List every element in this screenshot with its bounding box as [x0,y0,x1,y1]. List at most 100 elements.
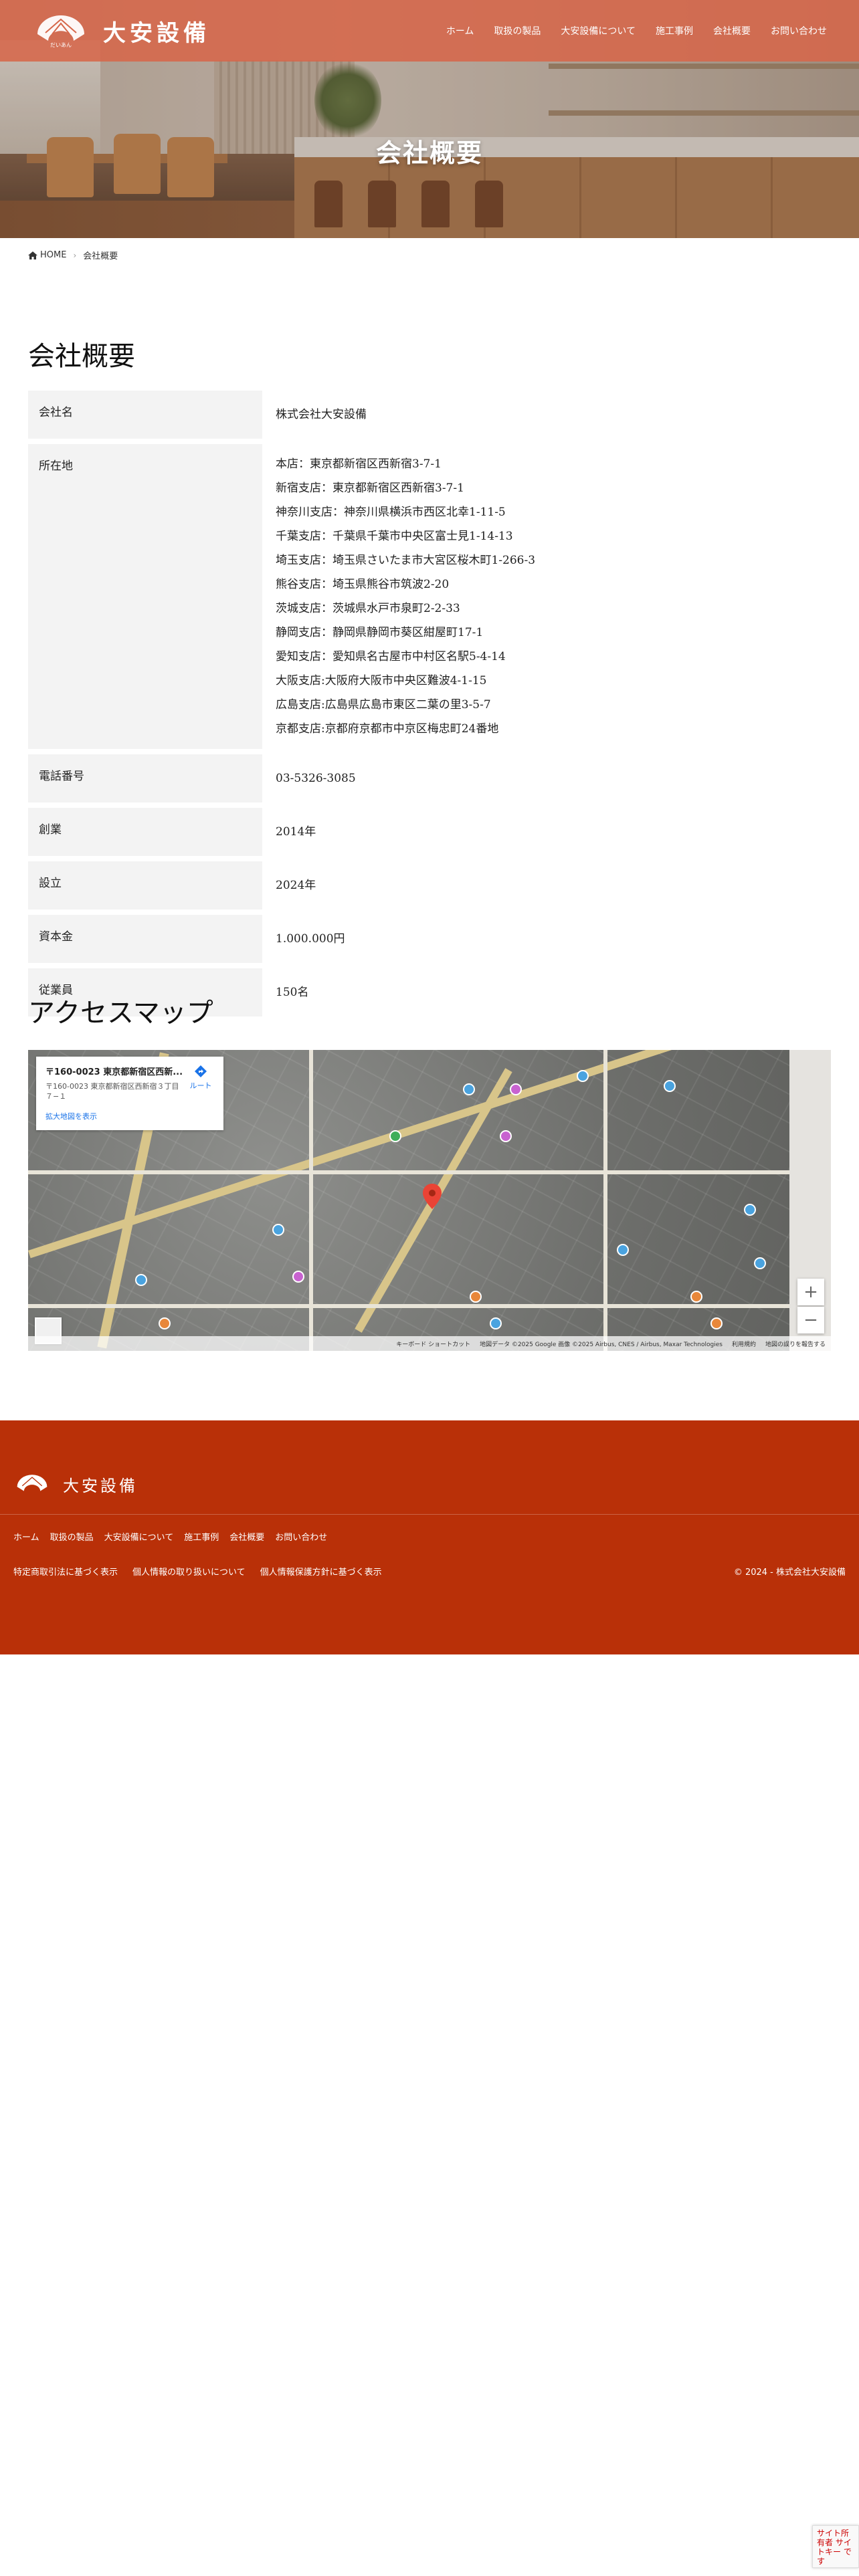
legal-link[interactable]: 特定商取引法に基づく表示 [13,1565,118,1578]
map-poi-icon[interactable] [135,1274,147,1286]
footer-nav-products[interactable]: 取扱の製品 [50,1530,94,1543]
access-heading: アクセスマップ [28,998,213,1029]
map-poi-icon[interactable] [159,1317,171,1329]
company-heading: 会社概要 [28,341,135,372]
value-line: 埼玉支店：埼玉県さいたま市大宮区桜木町1-266-3 [276,554,536,567]
table-row: 所在地 本店：東京都新宿区西新宿3-7-1 新宿支店：東京都新宿区西新宿3-7-… [28,444,831,749]
site-logo[interactable]: だいあん 大安設備 [32,12,210,49]
row-value: 株式会社大安設備 [262,391,831,439]
row-value: 150名 [262,968,831,1016]
logo-text: 大安設備 [103,19,210,47]
map-road [28,1304,791,1308]
fan-logo-icon [17,1474,47,1491]
footer-nav-home[interactable]: ホーム [13,1530,39,1543]
row-value: 本店：東京都新宿区西新宿3-7-1 新宿支店：東京都新宿区西新宿3-7-1 神奈… [262,444,831,749]
footer-nav-company[interactable]: 会社概要 [229,1530,264,1543]
privacy-link[interactable]: 個人情報の取り扱いについて [132,1565,246,1578]
value-line: 2014年 [276,825,316,839]
value-line: 株式会社大安設備 [276,408,367,421]
value-line: 神奈川支店：神奈川県横浜市西区北幸1-11-5 [276,506,506,519]
map-road [28,1170,791,1174]
map-poi-icon[interactable] [292,1271,304,1283]
footer-logo[interactable]: 大安設備 [13,1473,138,1496]
map-poi-icon[interactable] [470,1291,482,1303]
route-label: ルート [189,1081,212,1090]
map-poi-icon[interactable] [690,1291,702,1303]
row-label: 資本金 [28,915,262,963]
map-shortcuts-link[interactable]: キーボード ショートカット [396,1339,470,1348]
nav-home[interactable]: ホーム [446,24,474,37]
footer-logo-text: 大安設備 [63,1477,138,1495]
map-poi-icon[interactable] [500,1130,512,1142]
value-line: 千葉支店：千葉県千葉市中央区富士見1-14-13 [276,530,513,543]
row-value: 03-5326-3085 [262,754,831,802]
value-line: 茨城支店：茨城県水戸市泉町2-2-33 [276,602,460,615]
footer-nav-about[interactable]: 大安設備について [104,1530,174,1543]
privacy-policy-link[interactable]: 個人情報保護方針に基づく表示 [260,1565,382,1578]
zoom-in-button[interactable]: + [797,1279,824,1305]
breadcrumb-current: 会社概要 [83,251,118,261]
map-poi-icon[interactable] [510,1083,522,1095]
row-value: 2024年 [262,861,831,909]
map-poi-icon[interactable] [389,1130,401,1142]
breadcrumb-home[interactable]: HOME [28,250,66,260]
home-icon [28,251,37,259]
row-label: 設立 [28,861,262,909]
enlarge-map-link[interactable]: 拡大地図を表示 [45,1111,214,1121]
site-footer: 大安設備 ホーム 取扱の製品 大安設備について 施工事例 会社概要 お問い合わせ… [0,1420,859,1654]
nav-contact[interactable]: お問い合わせ [771,24,827,37]
google-map[interactable]: 〒160-0023 東京都新宿区西新... 〒160-0023 東京都新宿区西新… [28,1050,831,1351]
map-poi-icon[interactable] [577,1070,589,1082]
chevron-right-icon: › [73,250,77,260]
row-value: 2014年 [262,808,831,856]
value-line: 150名 [276,986,309,999]
map-poi-icon[interactable] [272,1224,284,1236]
map-attribution: キーボード ショートカット 地図データ ©2025 Google 画像 ©202… [28,1336,831,1351]
hero-title: 会社概要 [375,138,483,168]
logo-sub: だいあん [50,42,72,47]
zoom-out-button[interactable]: − [797,1307,824,1333]
table-row: 資本金 1.000.000円 [28,915,831,963]
company-table: 会社名 株式会社大安設備 所在地 本店：東京都新宿区西新宿3-7-1 新宿支店：… [28,391,831,1022]
map-poi-icon[interactable] [490,1317,502,1329]
footer-nav-contact[interactable]: お問い合わせ [275,1530,327,1543]
directions-icon [195,1065,207,1077]
map-poi-icon[interactable] [617,1244,629,1256]
value-line: 03-5326-3085 [276,772,356,785]
map-marker-icon[interactable] [423,1184,442,1209]
map-poi-icon[interactable] [744,1204,756,1216]
breadcrumb-home-label: HOME [40,250,67,260]
main-nav: ホーム 取扱の製品 大安設備について 施工事例 会社概要 お問い合わせ [446,24,827,37]
value-line: 熊谷支店：埼玉県熊谷市筑波2-20 [276,578,450,591]
value-line: 広島支店:広島県広島市東区二葉の里3-5-7 [276,698,491,712]
value-line: 京都支店:京都府京都市中京区梅忠町24番地 [276,722,499,736]
map-side-panel [789,1050,831,1351]
site-header: だいあん 大安設備 ホーム 取扱の製品 大安設備について 施工事例 会社概要 お… [0,0,859,62]
footer-nav-works[interactable]: 施工事例 [184,1530,219,1543]
nav-works[interactable]: 施工事例 [656,24,693,37]
map-info-card: 〒160-0023 東京都新宿区西新... 〒160-0023 東京都新宿区西新… [36,1057,223,1130]
map-poi-icon[interactable] [463,1083,475,1095]
map-poi-icon[interactable] [754,1257,766,1269]
value-line: 本店：東京都新宿区西新宿3-7-1 [276,457,442,471]
value-line: 2024年 [276,879,316,892]
row-label: 創業 [28,808,262,856]
route-button[interactable]: ルート [187,1065,214,1091]
map-poi-icon[interactable] [664,1080,676,1092]
map-report-link[interactable]: 地図の誤りを報告する [765,1339,826,1348]
value-line: 愛知支店：愛知県名古屋市中村区名駅5-4-14 [276,650,506,663]
nav-products[interactable]: 取扱の製品 [494,24,541,37]
value-line: 静岡支店：静岡県静岡市葵区紺屋町17-1 [276,626,484,639]
map-poi-icon[interactable] [710,1317,723,1329]
map-terms-link[interactable]: 利用規約 [732,1339,756,1348]
value-line: 新宿支店：東京都新宿区西新宿3-7-1 [276,481,464,495]
nav-company[interactable]: 会社概要 [713,24,751,37]
table-row: 会社名 株式会社大安設備 [28,391,831,439]
map-data-credit: 地図データ ©2025 Google 画像 ©2025 Airbus, CNES… [480,1341,723,1348]
table-row: 設立 2024年 [28,861,831,909]
row-label: 電話番号 [28,754,262,802]
recaptcha-badge[interactable]: サイト所有者 サイトキー です [812,2525,859,2568]
row-label: 会社名 [28,391,262,439]
nav-about[interactable]: 大安設備について [561,24,636,37]
footer-legal-links: 特定商取引法に基づく表示 個人情報の取り扱いについて 個人情報保護方針に基づく表… [13,1565,382,1578]
